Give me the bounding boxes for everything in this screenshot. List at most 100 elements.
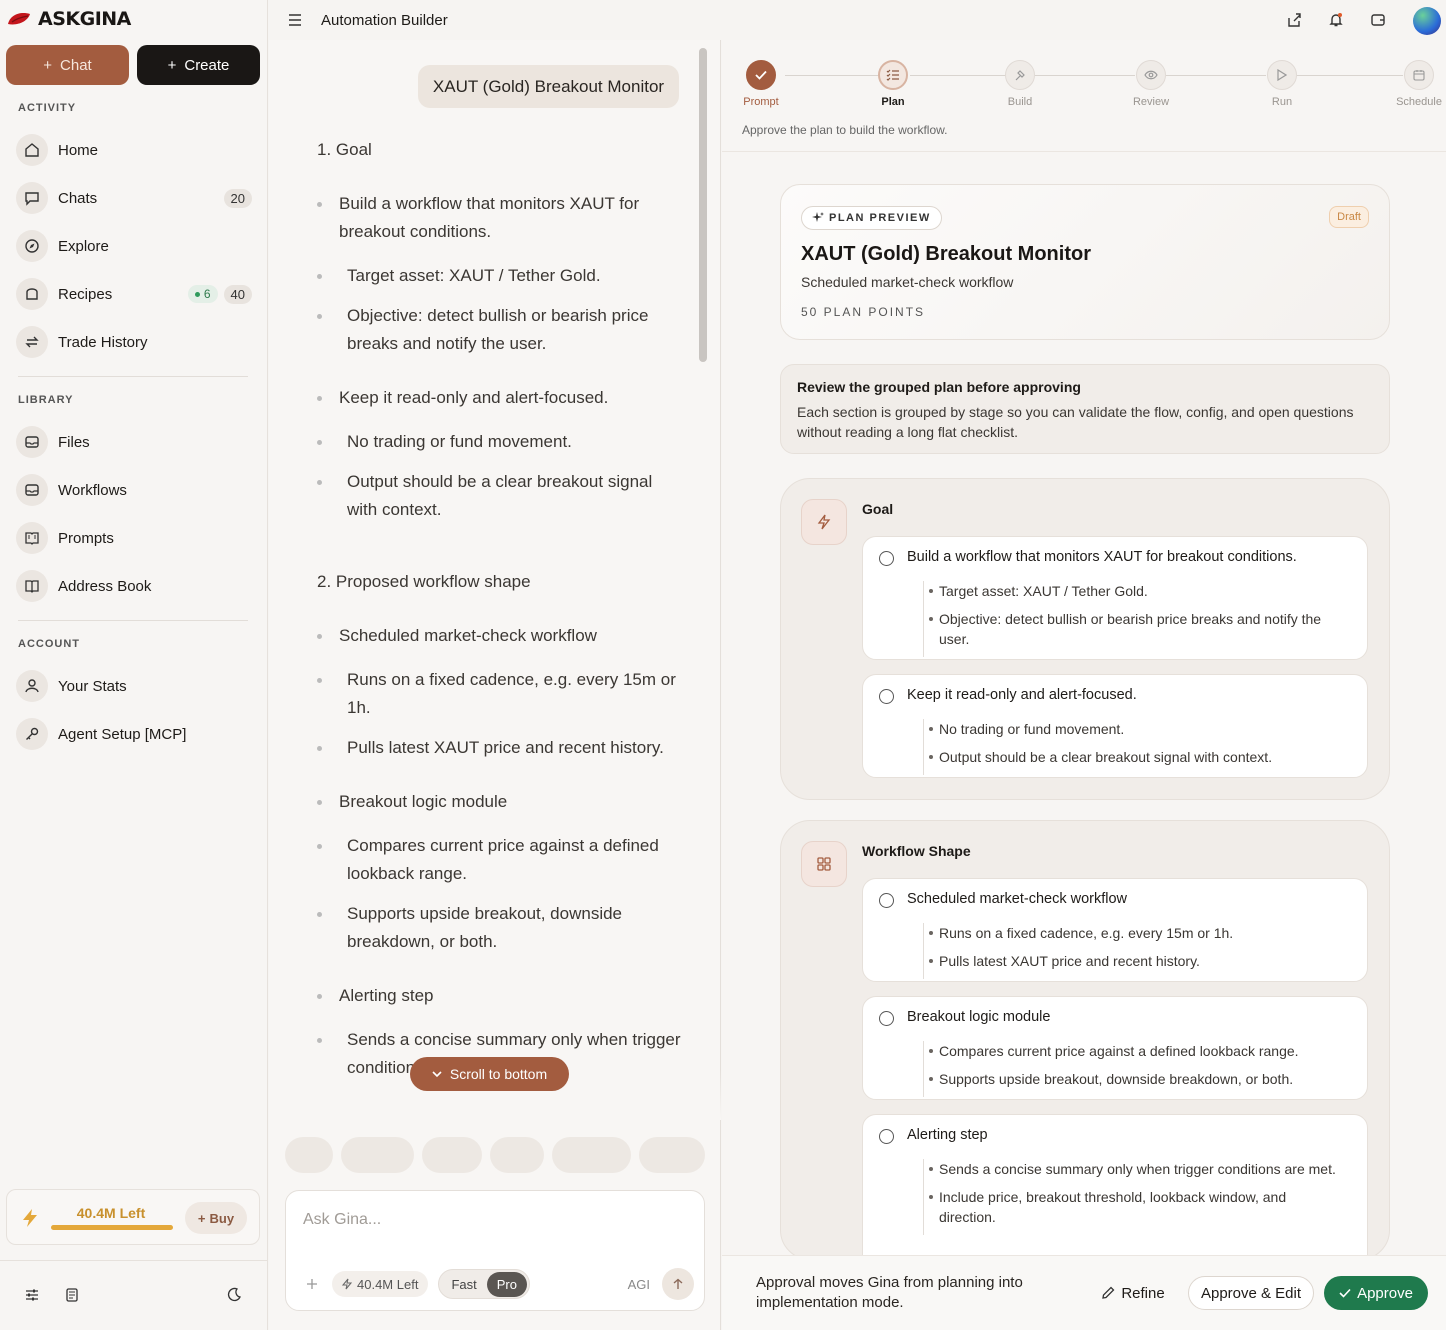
item-checkbox[interactable] xyxy=(879,551,894,566)
step-prompt[interactable]: Prompt xyxy=(726,60,796,108)
sidebar-item-files[interactable]: Files xyxy=(16,422,252,462)
item-checkbox[interactable] xyxy=(879,893,894,908)
approve-button[interactable]: Approve xyxy=(1324,1276,1428,1310)
chat-button[interactable]: + Chat xyxy=(6,45,129,85)
sidebar-item-workflows[interactable]: Workflows xyxy=(16,470,252,510)
plus-icon: + xyxy=(167,56,177,74)
sidebar-item-trade-history[interactable]: Trade History xyxy=(16,322,252,362)
user-icon xyxy=(16,670,48,702)
plan-item[interactable]: Breakout logic module Compares current p… xyxy=(862,996,1368,1100)
plan-item[interactable]: Build a workflow that monitors XAUT for … xyxy=(862,536,1368,660)
step-review[interactable]: Review xyxy=(1116,60,1186,108)
section-account: ACCOUNT xyxy=(18,638,80,650)
step-build[interactable]: Build xyxy=(985,60,1055,108)
subpoint: Sends a concise summary only when trigge… xyxy=(929,1159,1343,1179)
swap-icon xyxy=(16,326,48,358)
recipes-count-badge: 40 xyxy=(223,284,252,304)
approve-edit-button[interactable]: Approve & Edit xyxy=(1188,1276,1314,1310)
pencil-icon xyxy=(1102,1286,1115,1299)
sidebar-item-address-book[interactable]: Address Book xyxy=(16,566,252,606)
item-subpoints: Runs on a fixed cadence, e.g. every 15m … xyxy=(923,923,1343,979)
inbox-icon xyxy=(16,474,48,506)
sidebar-item-home[interactable]: Home xyxy=(16,130,252,170)
list-item: No trading or fund movement. xyxy=(317,428,687,456)
subpoint: Include price, breakout threshold, lookb… xyxy=(929,1187,1343,1227)
list-item: Target asset: XAUT / Tether Gold. xyxy=(317,262,687,290)
refine-button[interactable]: Refine xyxy=(1094,1276,1172,1310)
plan-item[interactable]: Keep it read-only and alert-focused. No … xyxy=(862,674,1368,778)
key-icon xyxy=(16,718,48,750)
step-label: Schedule xyxy=(1396,96,1442,108)
section-title: Workflow Shape xyxy=(862,843,971,859)
sidebar-item-label: Recipes xyxy=(58,285,113,303)
play-icon xyxy=(1267,60,1297,90)
suggestion-chip[interactable] xyxy=(552,1137,631,1173)
composer-credits: 40.4M Left xyxy=(332,1271,429,1297)
item-subpoints: Compares current price against a defined… xyxy=(923,1041,1343,1097)
recipes-new-badge: 6 xyxy=(187,285,218,303)
item-checkbox[interactable] xyxy=(879,689,894,704)
agi-toggle[interactable]: AGI xyxy=(628,1277,650,1292)
chat-input[interactable]: Ask Gina... xyxy=(303,1211,381,1229)
suggestion-chip[interactable] xyxy=(490,1137,544,1173)
mode-pro-option[interactable]: Pro xyxy=(486,1271,527,1297)
chat-scrollbar[interactable] xyxy=(699,48,707,362)
sidebar: ASKGINA + Chat + Create ACTIVITY Home Chat… xyxy=(0,0,268,1330)
send-button[interactable] xyxy=(662,1268,694,1300)
subpoint: Supports upside breakout, downside break… xyxy=(929,1069,1343,1089)
suggestion-chip[interactable] xyxy=(422,1137,482,1173)
wallet-icon[interactable] xyxy=(1370,12,1386,28)
credits-left-text: 40.4M Left xyxy=(76,1205,146,1221)
sidebar-item-your-stats[interactable]: Your Stats xyxy=(16,666,252,706)
plan-item[interactable]: Alerting step Sends a concise summary on… xyxy=(862,1114,1368,1274)
plus-icon: + xyxy=(43,56,53,74)
buy-button[interactable]: + Buy xyxy=(185,1202,247,1234)
suggestion-chip[interactable] xyxy=(341,1137,414,1173)
credits-progress-bar xyxy=(51,1225,173,1230)
scroll-to-bottom-button[interactable]: Scroll to bottom xyxy=(410,1057,569,1091)
item-checkbox[interactable] xyxy=(879,1011,894,1026)
sidebar-item-chats[interactable]: Chats 20 xyxy=(16,178,252,218)
recipes-new-count: 6 xyxy=(203,287,211,301)
plus-icon: + xyxy=(197,1210,206,1226)
create-button[interactable]: + Create xyxy=(137,45,260,85)
plan-pane: Prompt Plan Build Review Run Schedule Ap… xyxy=(722,40,1446,1330)
refine-label: Refine xyxy=(1121,1284,1165,1302)
item-checkbox[interactable] xyxy=(879,1129,894,1144)
checklist-icon xyxy=(878,60,908,90)
share-icon[interactable] xyxy=(1286,12,1302,28)
message-heading: 2. Proposed workflow shape xyxy=(317,572,531,591)
step-schedule[interactable]: Schedule xyxy=(1384,60,1446,108)
logo[interactable]: ASKGINA xyxy=(6,8,131,30)
menu-icon[interactable] xyxy=(288,14,302,26)
plan-item[interactable]: Scheduled market-check workflow Runs on … xyxy=(862,878,1368,982)
step-label: Build xyxy=(1007,96,1033,108)
sidebar-item-label: Your Stats xyxy=(58,677,127,695)
bell-icon[interactable] xyxy=(1328,12,1344,28)
moon-icon[interactable] xyxy=(226,1287,242,1303)
subpoint: Objective: detect bullish or bearish pri… xyxy=(929,609,1343,649)
plan-points: 50 PLAN POINTS xyxy=(801,305,926,319)
plan-section-goal: Goal Build a workflow that monitors XAUT… xyxy=(780,478,1390,800)
sidebar-item-recipes[interactable]: Recipes 6 40 xyxy=(16,274,252,314)
step-plan[interactable]: Plan xyxy=(858,60,928,108)
suggestion-chip[interactable] xyxy=(285,1137,333,1173)
item-title: Keep it read-only and alert-focused. xyxy=(907,687,1137,703)
sidebar-item-prompts[interactable]: Prompts xyxy=(16,518,252,558)
step-label: Run xyxy=(1271,96,1293,108)
sliders-icon[interactable] xyxy=(24,1287,40,1303)
avatar[interactable] xyxy=(1413,7,1441,35)
suggestion-chip[interactable] xyxy=(639,1137,705,1173)
plus-icon[interactable] xyxy=(306,1278,318,1290)
step-run[interactable]: Run xyxy=(1247,60,1317,108)
top-header: Automation Builder xyxy=(269,0,1446,40)
sidebar-item-agent-setup[interactable]: Agent Setup [MCP] xyxy=(16,714,252,754)
logo-text: ASKGINA xyxy=(38,8,131,30)
mode-fast-option[interactable]: Fast xyxy=(441,1272,486,1297)
list-item: Objective: detect bullish or bearish pri… xyxy=(317,302,687,358)
sidebar-item-explore[interactable]: Explore xyxy=(16,226,252,266)
assistant-message: 1. Goal Build a workflow that monitors X… xyxy=(317,136,687,1114)
hammer-icon xyxy=(1005,60,1035,90)
notes-icon[interactable] xyxy=(64,1287,80,1303)
composer: Ask Gina... 40.4M Left Fast Pro AGI xyxy=(285,1190,705,1311)
